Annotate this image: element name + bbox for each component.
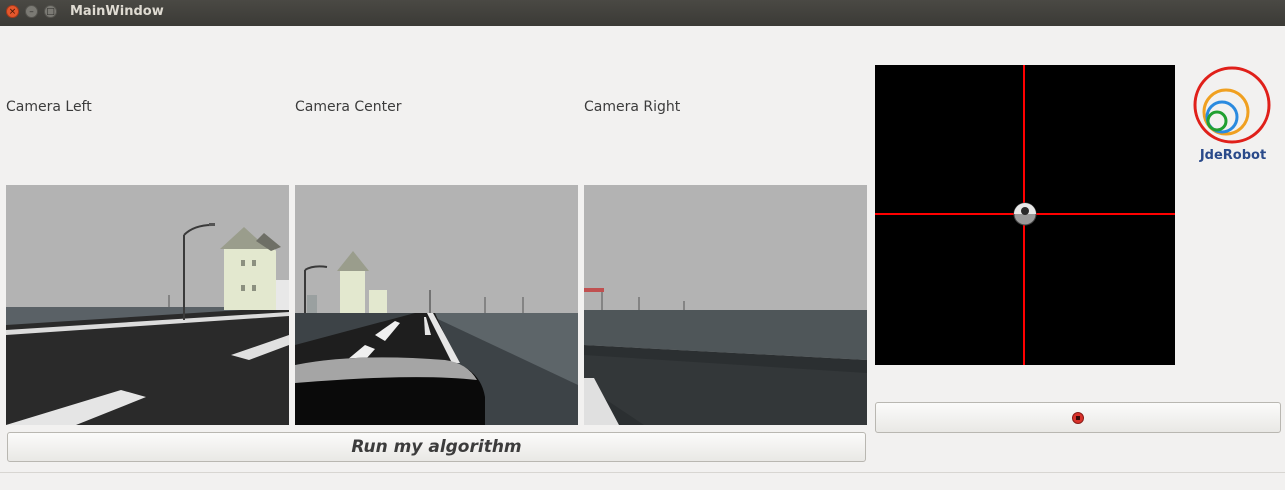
camera-left-view (6, 185, 289, 425)
stop-button[interactable] (875, 402, 1281, 433)
record-stop-icon (1072, 411, 1084, 424)
maximize-window-button[interactable]: □ (44, 5, 57, 18)
joystick-ball-icon[interactable] (1013, 202, 1037, 226)
title-bar: × – □ MainWindow (0, 0, 1285, 26)
camera-center-label: Camera Center (295, 99, 402, 115)
camera-right-label: Camera Right (584, 99, 681, 115)
window-title: MainWindow (70, 4, 164, 19)
status-bar (0, 472, 1285, 490)
run-algorithm-button[interactable]: Run my algorithm (7, 432, 866, 462)
camera-left-label: Camera Left (6, 99, 92, 115)
camera-center-view (295, 185, 578, 425)
minimize-window-button[interactable]: – (25, 5, 38, 18)
teleop-pad[interactable] (875, 65, 1175, 365)
logo-text: JdeRobot (1199, 148, 1267, 163)
close-window-button[interactable]: × (6, 5, 19, 18)
camera-right-view (584, 185, 867, 425)
